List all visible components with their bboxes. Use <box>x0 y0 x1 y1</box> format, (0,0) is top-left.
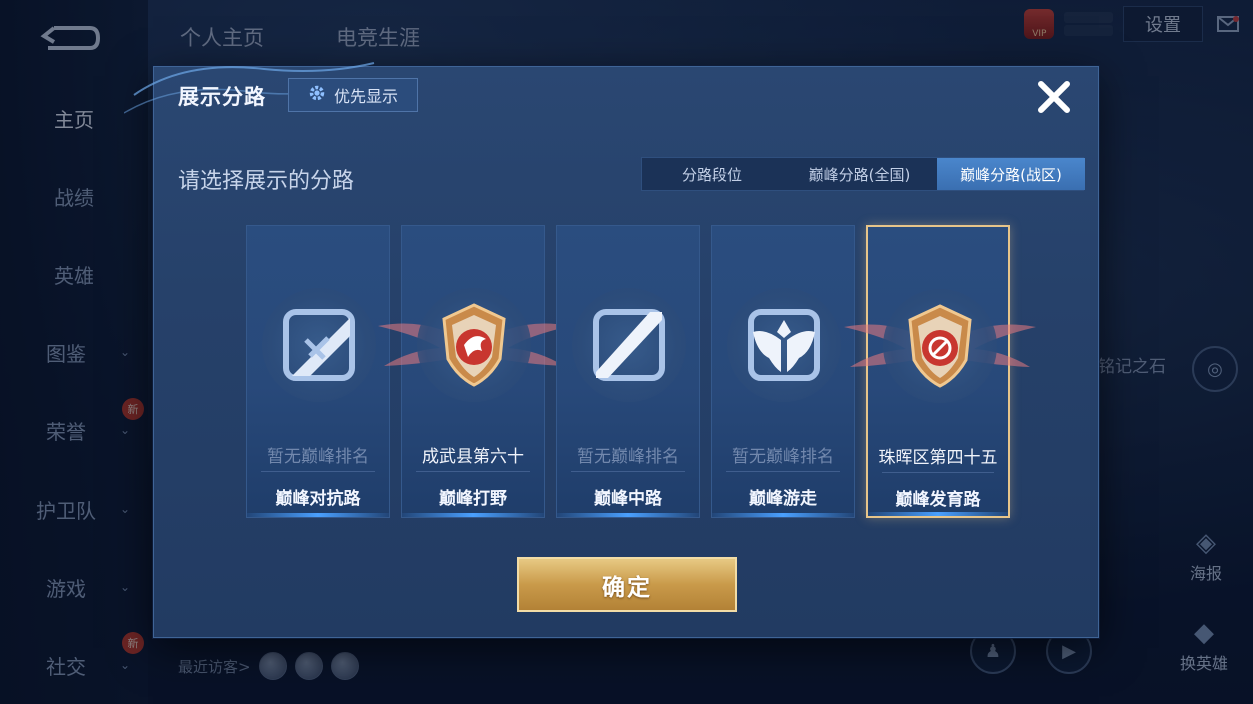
tab-peak-lane-national[interactable]: 巅峰分路(全国) <box>782 158 937 190</box>
lane-name: 巅峰中路 <box>594 489 662 509</box>
lane-card-jungle[interactable]: 成武县第六十 巅峰打野 <box>378 225 570 518</box>
lane-card-mid[interactable]: 暂无巅峰排名 巅峰中路 <box>556 225 700 518</box>
lane-card-list: 暂无巅峰排名 巅峰对抗路 成武县第六十 巅峰打野 暂无巅峰排名 巅峰中路 暂无巅… <box>246 225 1036 518</box>
emblem-backdrop <box>262 288 376 402</box>
emblem-backdrop <box>727 288 841 402</box>
close-icon <box>1038 81 1070 113</box>
lane-rank: 珠晖区第四十五 <box>878 448 998 468</box>
lane-rank: 成武县第六十 <box>422 447 524 467</box>
lane-display-dialog: 展示分路 优先显示 请选择展示的分路 分路段位 巅峰分路(全国) 巅峰分路(战区… <box>124 62 1099 638</box>
divider <box>416 471 530 472</box>
divider <box>261 471 375 472</box>
emblem-backdrop <box>572 288 686 402</box>
jungle-emblem-icon <box>442 303 506 387</box>
lane-name: 巅峰打野 <box>439 489 507 509</box>
lane-rank: 暂无巅峰排名 <box>732 447 834 467</box>
divider <box>882 472 994 473</box>
priority-display-label: 优先显示 <box>333 87 398 106</box>
divider <box>571 471 685 472</box>
close-button[interactable] <box>1032 75 1076 119</box>
lane-rank: 暂无巅峰排名 <box>267 447 369 467</box>
priority-display-button[interactable]: 优先显示 <box>288 78 418 112</box>
emblem-backdrop <box>417 288 531 402</box>
roam-icon <box>748 309 820 381</box>
lane-name: 巅峰发育路 <box>895 490 981 510</box>
lane-rank: 暂无巅峰排名 <box>577 447 679 467</box>
tab-peak-lane-region[interactable]: 巅峰分路(战区) <box>937 158 1085 190</box>
lane-card-farm[interactable]: 珠晖区第四十五 巅峰发育路 <box>844 225 1036 518</box>
dialog-title: 展示分路 <box>178 85 266 109</box>
divider <box>726 471 840 472</box>
confirm-button[interactable]: 确定 <box>517 557 737 612</box>
lane-name: 巅峰对抗路 <box>275 489 361 509</box>
clash-lane-icon <box>283 309 355 381</box>
farm-lane-emblem-icon <box>908 304 972 388</box>
lane-type-tabs: 分路段位 巅峰分路(全国) 巅峰分路(战区) <box>641 157 1085 191</box>
gear-icon <box>308 84 326 106</box>
lane-card-roam[interactable]: 暂无巅峰排名 巅峰游走 <box>711 225 855 518</box>
lane-name: 巅峰游走 <box>749 489 817 509</box>
select-lane-prompt: 请选择展示的分路 <box>178 169 355 194</box>
tab-lane-rank[interactable]: 分路段位 <box>642 158 782 190</box>
mid-lane-icon <box>593 309 665 381</box>
lane-card-clash[interactable]: 暂无巅峰排名 巅峰对抗路 <box>246 225 390 518</box>
emblem-backdrop <box>883 289 997 403</box>
